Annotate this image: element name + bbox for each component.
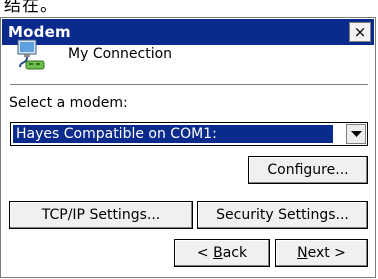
connection-name: My Connection — [68, 46, 173, 62]
divider — [10, 84, 368, 86]
dropdown-arrow-button[interactable] — [346, 124, 366, 144]
tcpip-settings-button[interactable]: TCP/IP Settings... — [9, 201, 193, 229]
chevron-down-icon — [351, 131, 362, 137]
close-button[interactable]: × — [349, 22, 371, 42]
back-prefix: < — [196, 245, 214, 261]
background-partial-text: 结在。 — [0, 0, 378, 17]
next-button[interactable]: Next > — [275, 239, 368, 267]
back-accelerator: B — [213, 245, 223, 261]
close-icon: × — [353, 23, 367, 41]
back-button[interactable]: < Back — [174, 239, 270, 267]
next-accelerator: N — [297, 245, 308, 261]
title-bar: Modem × — [2, 19, 374, 45]
modem-select-label: Select a modem: — [9, 95, 128, 111]
modem-dropdown-value: Hayes Compatible on COM1: — [13, 125, 333, 143]
configure-button[interactable]: Configure... — [248, 156, 368, 184]
security-settings-button[interactable]: Security Settings... — [197, 201, 368, 229]
next-label-rest: ext > — [307, 245, 346, 261]
cut-off-text: 结在。 — [4, 0, 58, 16]
modem-dropdown[interactable]: Hayes Compatible on COM1: — [10, 122, 368, 146]
back-label-rest: ack — [222, 245, 248, 261]
network-connection-icon — [17, 39, 45, 70]
